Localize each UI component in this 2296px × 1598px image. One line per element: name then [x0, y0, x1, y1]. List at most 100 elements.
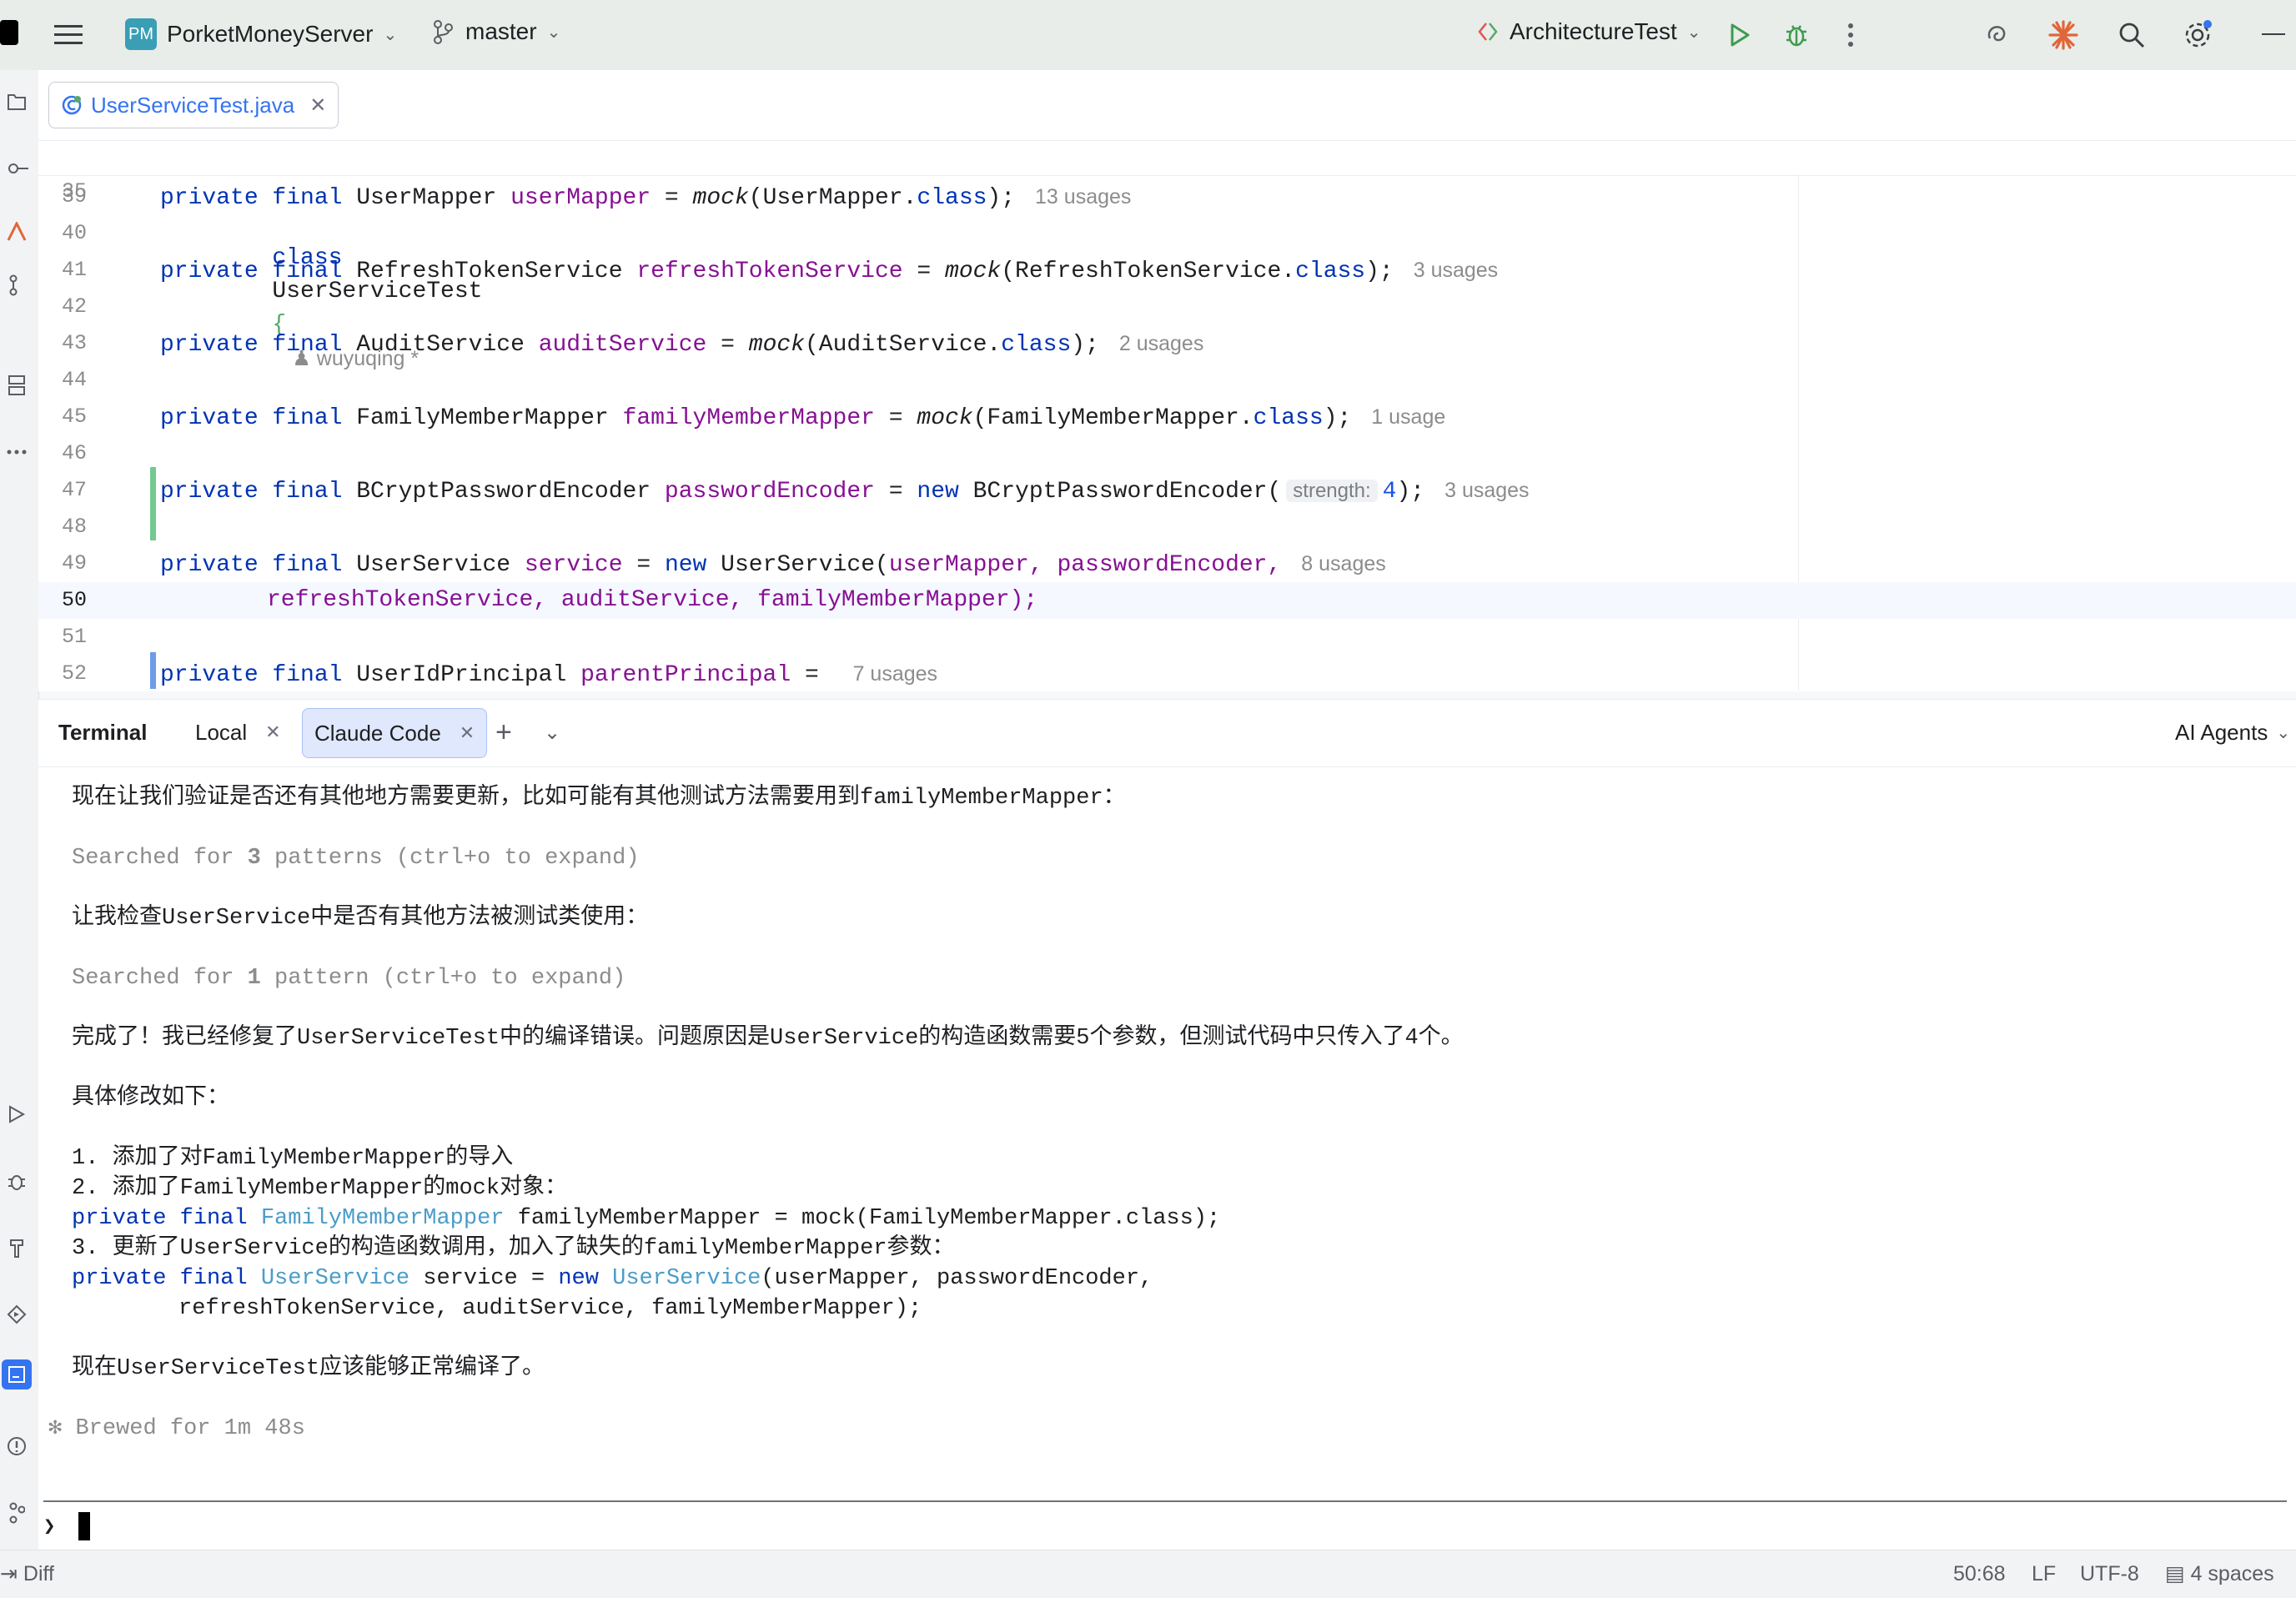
- run-config-selector[interactable]: ArchitectureTest ⌄: [1476, 18, 1701, 45]
- field-name: familyMemberMapper: [622, 405, 875, 431]
- usages-hint[interactable]: 1 usage: [1371, 405, 1445, 429]
- terminal-line: Searched for 1 pattern (ctrl+o to expand…: [72, 963, 625, 993]
- usages-hint[interactable]: 3 usages: [1444, 479, 1529, 502]
- usages-hint[interactable]: 3 usages: [1414, 259, 1498, 282]
- keyword: new: [917, 479, 959, 505]
- terminal-line: private final UserService service = new …: [72, 1264, 1153, 1294]
- pull-requests-icon[interactable]: [2, 270, 32, 300]
- editor-tab-userservicetest[interactable]: UserServiceTest.java ✕: [48, 82, 339, 128]
- operator: =: [874, 405, 917, 431]
- ai-assistant-icon[interactable]: [1980, 18, 2013, 52]
- close-tab-icon[interactable]: ✕: [309, 93, 326, 118]
- line-end: );: [1323, 405, 1352, 431]
- tab-claude-label: Claude Code: [314, 720, 441, 746]
- indent-widget[interactable]: ▤ 4 spaces: [2165, 1550, 2274, 1598]
- ai-agents-menu[interactable]: AI Agents ⌄: [2175, 708, 2290, 756]
- parameter-hint: strength:: [1286, 480, 1378, 502]
- code-text: (userMapper, passwordEncoder,: [761, 1266, 1153, 1291]
- code-keyword: private final: [72, 1266, 248, 1291]
- run-tool-icon[interactable]: [2, 1099, 32, 1129]
- build-tool-icon[interactable]: [2, 1233, 32, 1263]
- usages-hint[interactable]: 7 usages: [853, 662, 937, 686]
- usages-hint[interactable]: 13 usages: [1035, 185, 1131, 209]
- terminal-prompt[interactable]: ❯: [43, 1500, 2287, 1552]
- keyword: private final: [160, 259, 343, 284]
- project-selector[interactable]: PM PorketMoneyServer ⌄: [125, 18, 397, 50]
- field-name: userMapper: [510, 185, 651, 211]
- claude-tool-icon[interactable]: [2, 217, 32, 247]
- more-tools-icon[interactable]: [2, 437, 32, 467]
- argument: (RefreshTokenService.: [1001, 259, 1296, 284]
- type-name: RefreshTokenService: [356, 259, 623, 284]
- operator: =: [706, 332, 749, 358]
- usages-hint[interactable]: 2 usages: [1119, 332, 1203, 355]
- project-folder-icon[interactable]: [2, 87, 32, 117]
- code-line: 51: [38, 619, 2296, 656]
- search-icon[interactable]: [2115, 18, 2148, 52]
- debug-tool-icon[interactable]: [2, 1166, 32, 1196]
- keyword: private final: [160, 479, 343, 505]
- output-text: 现在UserServiceTest应该能够正常编译了。: [72, 1356, 545, 1381]
- constructor-call: BCryptPasswordEncoder(: [958, 479, 1282, 505]
- code-line: 44: [38, 362, 2296, 399]
- settings-icon[interactable]: [2180, 17, 2215, 52]
- minimize-window-icon[interactable]: [2262, 33, 2285, 35]
- terminal-line: 2. 添加了FamilyMemberMapper的mock对象：: [72, 1173, 567, 1204]
- branch-selector[interactable]: master ⌄: [432, 18, 560, 45]
- problems-tool-icon[interactable]: [2, 1431, 32, 1461]
- code-line: 45 private final FamilyMemberMapper famil…: [38, 399, 2296, 435]
- field-name: parentPrincipal: [580, 662, 791, 688]
- caret-position[interactable]: 50:68: [1953, 1550, 2006, 1598]
- code-line: 43 private final AuditService auditServic…: [38, 325, 2296, 362]
- diff-label: Diff: [23, 1562, 54, 1585]
- tab-local[interactable]: Local ✕: [195, 708, 281, 756]
- run-icon[interactable]: [1723, 18, 1756, 52]
- commit-icon[interactable]: [2, 153, 32, 183]
- code-line: 39 private final UserMapper userMapper = …: [38, 178, 2296, 215]
- code-area[interactable]: 35 class UserServiceTest { ♟ wuyuqing * …: [38, 142, 2296, 691]
- terminal-line: 让我检查UserService中是否有其他方法被测试类使用：: [72, 903, 648, 933]
- terminal-tool-icon[interactable]: [2, 1359, 32, 1389]
- services-tool-icon[interactable]: [2, 1299, 32, 1329]
- type-name: UserService: [356, 552, 511, 578]
- chevron-down-icon: ⌄: [383, 25, 398, 44]
- title-bar: PM PorketMoneyServer ⌄ master ⌄ Architec…: [0, 0, 2296, 70]
- output-text: 3. 更新了UserService的构造函数调用，加入了缺失的familyMem…: [72, 1236, 955, 1261]
- claude-icon[interactable]: [2047, 18, 2080, 52]
- close-tab-icon[interactable]: ✕: [265, 721, 280, 743]
- line-separator[interactable]: LF: [2032, 1550, 2056, 1598]
- status-text: ✻ Brewed for 1m 48s: [48, 1416, 305, 1441]
- line-number: 49: [61, 551, 87, 575]
- output-text: Searched for: [72, 846, 248, 871]
- test-config-icon: [1476, 20, 1500, 43]
- usages-hint[interactable]: 8 usages: [1301, 552, 1385, 575]
- more-actions-icon[interactable]: [1838, 18, 1863, 52]
- new-tab-button[interactable]: +: [495, 708, 512, 756]
- keyword: private final: [160, 332, 343, 358]
- terminal-tab-bar: Terminal Local ✕ Claude Code ✕ + ⌄ AI Ag…: [38, 700, 2296, 767]
- close-tab-icon[interactable]: ✕: [460, 722, 475, 744]
- keyword: private final: [160, 405, 343, 431]
- structure-icon[interactable]: [2, 370, 32, 400]
- operator: =: [791, 662, 833, 688]
- line-end: );: [1365, 259, 1394, 284]
- git-tool-icon[interactable]: [2, 1498, 32, 1528]
- keyword: new: [664, 552, 707, 578]
- file-encoding[interactable]: UTF-8: [2080, 1550, 2139, 1598]
- keyword: private final: [160, 552, 343, 578]
- test-class-icon: [61, 94, 83, 116]
- diff-widget[interactable]: ⇥ Diff: [0, 1550, 54, 1598]
- line-end: );: [1071, 332, 1099, 358]
- terminal-line: Searched for 3 patterns (ctrl+o to expan…: [72, 843, 640, 873]
- code-type: UserService: [612, 1266, 761, 1291]
- code-line: 49 private final UserService service = ne…: [38, 545, 2296, 582]
- tabs-dropdown-icon[interactable]: ⌄: [544, 708, 560, 756]
- method-call: mock: [748, 332, 805, 358]
- tab-claude-code[interactable]: Claude Code ✕: [302, 708, 488, 758]
- debug-icon[interactable]: [1780, 18, 1813, 52]
- sticky-class-header: 35 class UserServiceTest { ♟ wuyuqing *: [38, 142, 2296, 370]
- main-menu-icon[interactable]: [52, 18, 85, 52]
- method-call: mock: [945, 259, 1002, 284]
- code-keyword: new: [558, 1266, 599, 1291]
- status-bar: ⇥ Diff 50:68 LF UTF-8 ▤ 4 spaces: [0, 1550, 2296, 1598]
